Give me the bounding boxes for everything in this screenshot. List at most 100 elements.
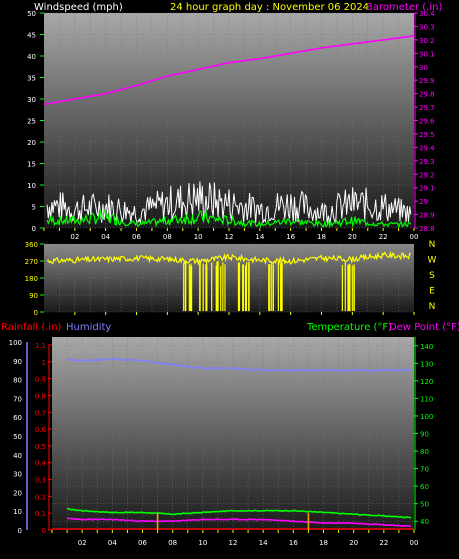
wind-x-tick: 16 <box>286 233 295 241</box>
temperature-tick: 100 <box>420 413 433 421</box>
weather-graph: Windspeed (mph) 24 hour graph day : Nove… <box>0 0 459 555</box>
wind-y-tick: 40 <box>27 53 36 61</box>
climate-x-tick: 04 <box>108 539 117 547</box>
wind-y-tick: 30 <box>27 96 36 104</box>
wind-x-tick: 06 <box>132 233 141 241</box>
climate-x-tick: 22 <box>379 539 388 547</box>
humidity-tick: 90 <box>13 358 22 366</box>
humidity-tick: 100 <box>9 339 22 347</box>
humidity-tick: 60 <box>13 414 22 422</box>
direction-y-tick: 180 <box>25 275 38 283</box>
temperature-tick: 50 <box>420 501 429 509</box>
barometer-tick: 29.7 <box>419 104 435 112</box>
compass-label: N <box>429 302 436 312</box>
humidity-tick: 30 <box>13 471 22 479</box>
temperature-tick: 80 <box>420 448 429 456</box>
direction-y-tick: 360 <box>25 241 38 249</box>
wind-y-tick: 15 <box>27 161 36 169</box>
barometer-tick: 29.1 <box>419 185 435 193</box>
rainfall-tick: 0.7 <box>35 409 46 417</box>
compass-label: N <box>429 240 436 250</box>
compass-label: E <box>429 287 435 297</box>
wind-y-tick: 50 <box>27 10 36 18</box>
barometer-tick: 29.6 <box>419 118 435 126</box>
humidity-tick: 0 <box>18 527 22 535</box>
wind-x-tick: 10 <box>194 233 203 241</box>
rainfall-tick: 0.2 <box>35 493 46 501</box>
compass-label: W <box>428 256 437 266</box>
climate-x-tick: 00 <box>410 539 419 547</box>
rainfall-tick: 0.6 <box>35 426 47 434</box>
climate-x-tick: 06 <box>138 539 147 547</box>
wind-y-tick: 10 <box>27 182 36 190</box>
wind-y-tick: 0 <box>32 225 36 233</box>
barometer-tick: 30 <box>419 64 428 72</box>
rainfall-tick: 0.4 <box>35 460 47 468</box>
humidity-tick: 20 <box>13 489 22 497</box>
temperature-label: Temperature (°F) <box>306 322 392 333</box>
wind-y-tick: 25 <box>27 118 36 126</box>
temperature-tick: 130 <box>420 360 433 368</box>
climate-x-tick: 16 <box>289 539 298 547</box>
climate-x-tick: 12 <box>229 539 238 547</box>
temperature-tick: 110 <box>420 395 433 403</box>
dewpoint-label: Dew Point (°F) <box>389 322 459 333</box>
wind-x-tick: 08 <box>163 233 172 241</box>
temperature-tick: 120 <box>420 378 433 386</box>
compass-label: S <box>429 271 435 281</box>
rainfall-tick: 0 <box>42 527 46 535</box>
barometer-tick: 28.9 <box>419 212 435 220</box>
humidity-tick: 70 <box>13 395 22 403</box>
wind-y-tick: 35 <box>27 75 36 83</box>
rainfall-label: Rainfall (.in) <box>1 322 62 333</box>
barometer-tick: 28.8 <box>419 225 435 233</box>
direction-y-tick: 270 <box>25 258 38 266</box>
climate-x-tick: 02 <box>78 539 87 547</box>
barometer-tick: 29.9 <box>419 77 435 85</box>
wind-x-tick: 20 <box>348 233 357 241</box>
climate-x-tick: 18 <box>319 539 328 547</box>
wind-y-tick: 20 <box>27 139 36 147</box>
barometer-tick: 29.5 <box>419 131 435 139</box>
humidity-tick: 40 <box>13 452 22 460</box>
temperature-tick: 140 <box>420 343 433 351</box>
climate-x-tick: 08 <box>168 539 177 547</box>
wind-x-tick: 02 <box>70 233 79 241</box>
rainfall-tick: 0.8 <box>35 392 46 400</box>
barometer-tick: 30.4 <box>419 10 435 18</box>
rainfall-tick: 0.3 <box>35 477 46 485</box>
climate-x-tick: 14 <box>259 539 268 547</box>
temperature-tick: 70 <box>420 466 429 474</box>
humidity-tick: 10 <box>13 508 22 516</box>
barometer-tick: 29.3 <box>419 158 435 166</box>
rainfall-tick: 1 <box>42 359 46 367</box>
barometer-tick: 29.4 <box>419 144 435 152</box>
barometer-tick: 29 <box>419 198 428 206</box>
rainfall-tick: 0.9 <box>35 376 46 384</box>
climate-x-tick: 10 <box>198 539 207 547</box>
windspeed-label: Windspeed (mph) <box>34 2 123 13</box>
wind-x-tick: 18 <box>317 233 326 241</box>
wind-x-tick: 14 <box>255 233 264 241</box>
wind-x-tick: 04 <box>101 233 110 241</box>
climate-x-tick: 20 <box>349 539 358 547</box>
humidity-label: Humidity <box>66 322 111 333</box>
weather-graph-svg: Windspeed (mph) 24 hour graph day : Nove… <box>1 2 459 547</box>
temperature-tick: 60 <box>420 483 429 491</box>
humidity-tick: 50 <box>13 433 22 441</box>
wind-x-tick: 22 <box>379 233 388 241</box>
direction-y-tick: 0 <box>34 309 38 317</box>
chart-title: 24 hour graph day : November 06 2024 <box>170 2 369 13</box>
wind-x-tick: 12 <box>225 233 234 241</box>
rainfall-tick: 0.5 <box>35 443 46 451</box>
barometer-tick: 29.2 <box>419 171 435 179</box>
temperature-tick: 90 <box>420 431 429 439</box>
barometer-tick: 30.3 <box>419 23 435 31</box>
rainfall-tick: 0.1 <box>35 510 46 518</box>
humidity-tick: 80 <box>13 377 22 385</box>
temperature-tick: 40 <box>420 518 429 526</box>
rainfall-tick: 1.1 <box>35 342 46 350</box>
direction-y-tick: 90 <box>29 292 38 300</box>
barometer-tick: 29.8 <box>419 91 435 99</box>
wind-x-tick: 00 <box>410 233 419 241</box>
